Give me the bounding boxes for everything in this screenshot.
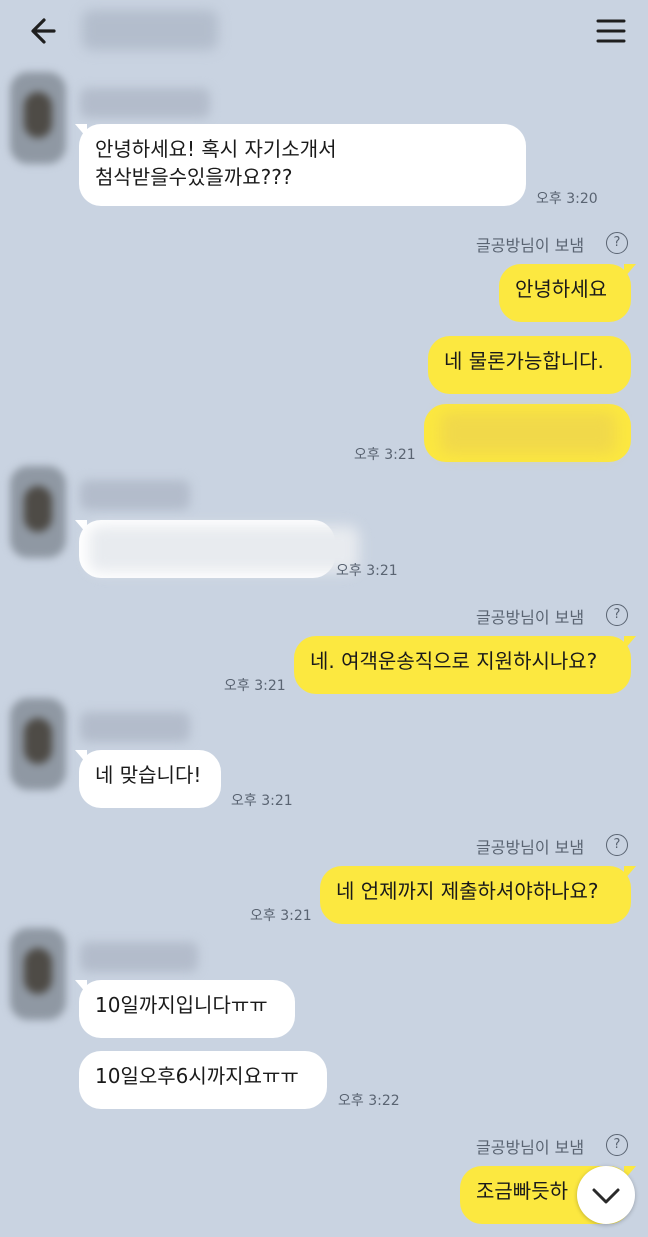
message-bubble-outgoing[interactable]	[424, 404, 631, 462]
message-time: 오후 3:20	[536, 191, 598, 207]
message-time: 오후 3:21	[354, 447, 416, 463]
chat-room-title	[82, 10, 218, 50]
avatar[interactable]	[10, 928, 66, 1020]
message-bubble-incoming[interactable]	[79, 520, 359, 578]
help-icon[interactable]: ?	[606, 1134, 628, 1156]
sent-by-label: 글공방님이 보냄	[476, 608, 585, 627]
scroll-to-bottom-button[interactable]	[577, 1166, 635, 1224]
avatar[interactable]	[10, 72, 66, 164]
message-bubble-outgoing[interactable]: 네 언제까지 제출하셔야하나요?	[320, 866, 631, 924]
sent-by-label: 글공방님이 보냄	[476, 838, 585, 857]
avatar[interactable]	[10, 466, 66, 558]
help-icon[interactable]: ?	[606, 834, 628, 856]
chevron-down-icon	[592, 1188, 620, 1204]
message-bubble-incoming[interactable]: 네 맞습니다!	[79, 750, 221, 808]
message-line: 안녕하세요! 혹시 자기소개서	[95, 137, 337, 161]
blurred-content	[89, 526, 359, 572]
sender-name	[80, 480, 190, 510]
blurred-content	[440, 412, 616, 454]
message-bubble-incoming[interactable]: 10일오후6시까지요ㅠㅠ	[79, 1051, 327, 1109]
message-bubble-outgoing[interactable]: 네 물론가능합니다.	[428, 336, 631, 394]
message-time: 오후 3:22	[338, 1093, 400, 1109]
hamburger-menu-icon[interactable]	[592, 14, 630, 48]
message-time: 오후 3:21	[224, 678, 286, 694]
message-time: 오후 3:21	[250, 908, 312, 924]
sender-name	[80, 712, 190, 742]
sender-name	[80, 88, 210, 118]
sent-by-label: 글공방님이 보냄	[476, 236, 585, 255]
message-time: 오후 3:21	[336, 563, 398, 579]
sender-name	[80, 942, 198, 972]
arrow-left-icon[interactable]	[22, 14, 66, 48]
message-bubble-incoming[interactable]: 안녕하세요! 혹시 자기소개서 첨삭받을수있을까요???	[79, 124, 526, 206]
message-bubble-outgoing[interactable]: 안녕하세요	[499, 264, 631, 322]
sent-by-label: 글공방님이 보냄	[476, 1138, 585, 1157]
message-line: 첨삭받을수있을까요???	[95, 165, 293, 189]
help-icon[interactable]: ?	[606, 604, 628, 626]
chat-header	[0, 0, 648, 62]
message-time: 오후 3:21	[231, 793, 293, 809]
avatar[interactable]	[10, 698, 66, 790]
message-bubble-outgoing[interactable]: 네. 여객운송직으로 지원하시나요?	[294, 636, 631, 694]
help-icon[interactable]: ?	[606, 232, 628, 254]
message-bubble-incoming[interactable]: 10일까지입니다ㅠㅠ	[79, 980, 295, 1038]
